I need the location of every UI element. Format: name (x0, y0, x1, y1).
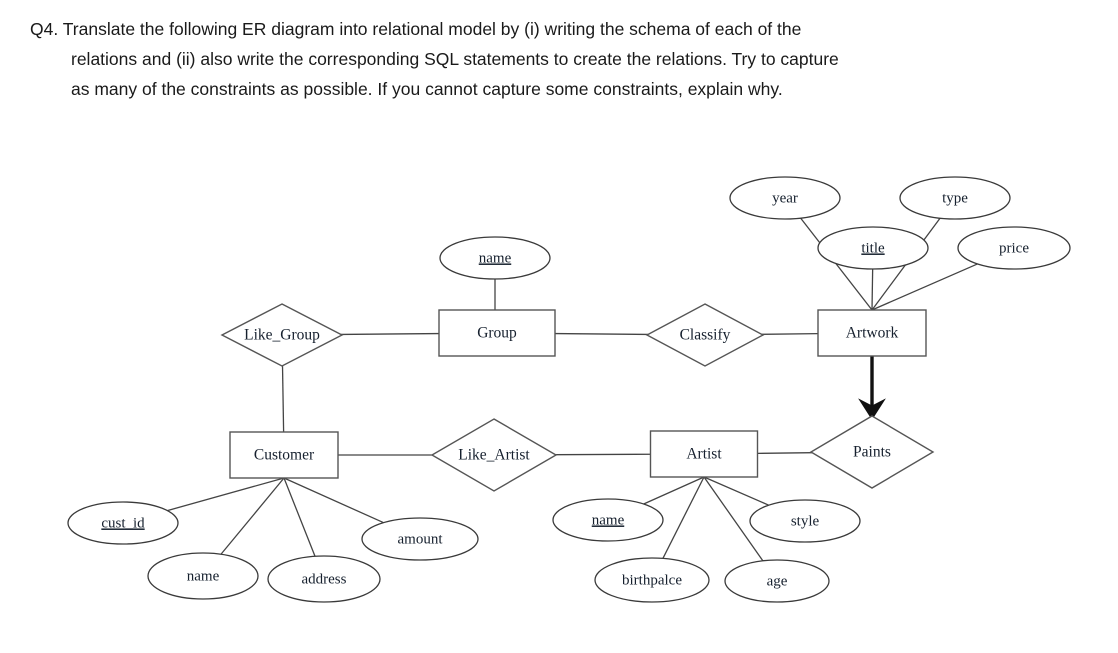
relationship-paints[interactable]: Paints (809, 415, 935, 489)
attribute-edge-artwork-price (871, 263, 978, 311)
question-line-2: relations and (ii) also write the corres… (71, 49, 839, 69)
attribute-artist-style[interactable]: style (749, 499, 861, 543)
question-block: Q4. Translate the following ER diagram i… (30, 14, 1100, 104)
paints-label: Paints (853, 444, 891, 461)
artist-name-label: name (592, 512, 625, 528)
er-diagram: Group Artwork Customer Artist Like_Group Clas… (0, 140, 1118, 653)
edge-classify-artwork (761, 332, 819, 335)
attribute-artwork-type[interactable]: type (899, 176, 1011, 220)
edge-group-classify (554, 332, 649, 336)
question-line-3: as many of the constraints as possible. … (71, 79, 783, 99)
attribute-edge-customer-custid (167, 477, 285, 512)
edge-artist-paints (757, 452, 813, 455)
artwork-title-label: title (861, 240, 885, 256)
artwork-label: Artwork (846, 325, 899, 342)
relationship-like_group[interactable]: Like_Group (220, 303, 344, 367)
customer-label: Customer (254, 447, 315, 464)
attribute-customer-address[interactable]: address (267, 555, 381, 603)
attribute-artwork-year[interactable]: year (729, 176, 841, 220)
question-line-1: Q4. Translate the following ER diagram i… (30, 19, 802, 39)
attribute-edge-customer-name (220, 477, 285, 555)
attribute-customer-name[interactable]: name (147, 552, 259, 600)
customer-name-label: name (187, 568, 220, 584)
customer-custid-label: cust_id (101, 515, 145, 531)
attribute-edge-artwork-title (871, 268, 874, 311)
customer-amount-label: amount (398, 531, 444, 547)
artwork-year-label: year (772, 190, 798, 206)
like_group-label: Like_Group (244, 327, 320, 344)
nodes-layer: Group Artwork Customer Artist Like_Group Clas… (67, 176, 1071, 603)
attribute-artwork-price[interactable]: price (957, 226, 1071, 270)
edge-likegroup-group (340, 332, 440, 336)
relationship-classify[interactable]: Classify (645, 303, 765, 367)
entity-artist[interactable]: Artist (649, 430, 759, 478)
artwork-price-label: price (999, 240, 1029, 256)
group-label: Group (477, 325, 517, 342)
attribute-customer-custid[interactable]: cust_id (67, 501, 179, 545)
like_artist-label: Like_Artist (458, 447, 530, 464)
artwork-type-label: type (942, 190, 968, 206)
attribute-group-name[interactable]: name (439, 236, 551, 280)
classify-label: Classify (680, 327, 731, 344)
er-diagram-canvas: Group Artwork Customer Artist Like_Group Clas… (67, 176, 1071, 603)
attribute-edge-artist-birth (662, 476, 705, 559)
customer-address-label: address (302, 571, 347, 587)
group-name-label: name (479, 250, 512, 266)
entity-group[interactable]: Group (438, 309, 556, 357)
artist-style-label: style (791, 513, 820, 529)
attribute-edge-artist-name (643, 476, 705, 505)
entity-artwork[interactable]: Artwork (817, 309, 927, 357)
attribute-artist-birth[interactable]: birthpalce (594, 557, 710, 603)
attribute-customer-amount[interactable]: amount (361, 517, 479, 561)
attribute-artist-age[interactable]: age (724, 559, 830, 603)
edge-likegroup-customer (281, 365, 285, 433)
relationship-like_artist[interactable]: Like_Artist (430, 418, 558, 492)
entity-customer[interactable]: Customer (229, 431, 339, 479)
attribute-artwork-title[interactable]: title (817, 226, 929, 270)
attribute-artist-name[interactable]: name (552, 498, 664, 542)
artist-age-label: age (767, 573, 788, 589)
artist-birth-label: birthpalce (622, 572, 682, 588)
artist-label: Artist (686, 446, 722, 463)
